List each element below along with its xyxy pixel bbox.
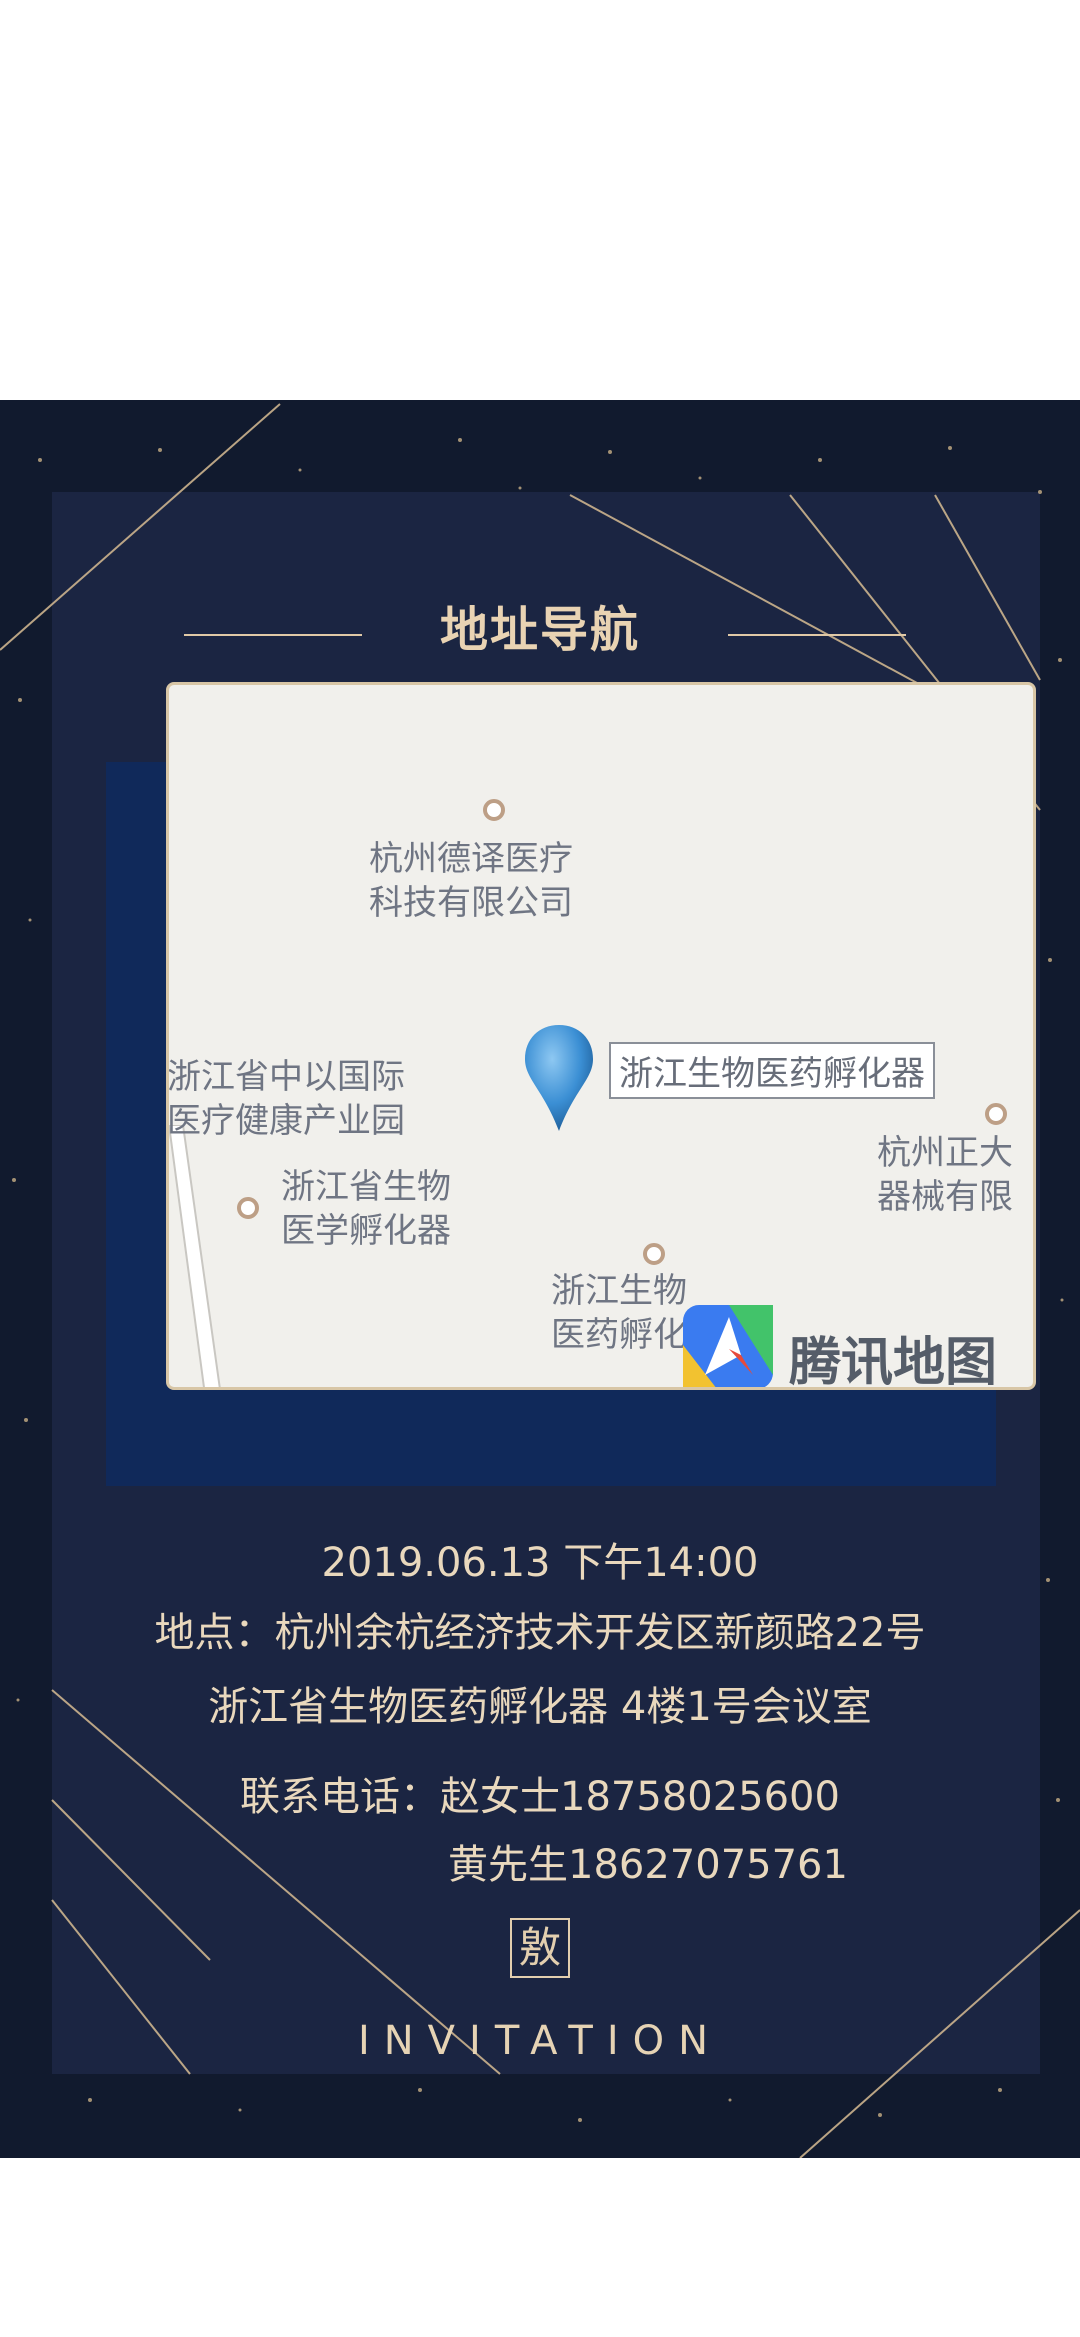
map-label-park: 浙江省中以国际 医疗健康产业园 — [167, 1057, 405, 1141]
poi-marker[interactable] — [985, 1103, 1007, 1125]
invitation-label: INVITATION — [357, 2018, 723, 2064]
map-provider-label: 腾讯地图 — [789, 1333, 998, 1390]
event-address-line1: 地点：杭州余杭经济技术开发区新颜路22号 — [154, 1610, 926, 1656]
title-divider-left — [184, 634, 362, 636]
poi-marker[interactable] — [483, 799, 505, 821]
contact-line1: 联系电话：赵女士18758025600 — [240, 1774, 840, 1820]
seal-stamp: 敫 — [510, 1918, 570, 1978]
map-label-company1: 杭州德译医疗 科技有限公司 — [369, 839, 573, 923]
road — [169, 1125, 221, 1387]
event-address-line2: 浙江省生物医药孵化器 4楼1号会议室 — [208, 1684, 872, 1730]
invitation-card: 地址导航 杭州德译医疗 科技有限公司 浙江省中以国际 医疗健康产业园 浙江省生物… — [0, 400, 1080, 2158]
title-divider-right — [728, 634, 906, 636]
page-title: 地址导航 — [439, 602, 640, 658]
map-label-incubator1: 浙江省生物 医学孵化器 — [281, 1167, 451, 1251]
poi-marker[interactable] — [237, 1197, 259, 1219]
event-datetime: 2019.06.13 下午14:00 — [321, 1540, 759, 1586]
map-label-incubator2: 浙江生物 医药孵化 — [551, 1271, 687, 1355]
map-pin-label[interactable]: 浙江生物医药孵化器 — [609, 1042, 935, 1099]
map-pin-icon[interactable] — [521, 1023, 597, 1133]
map-label-company2: 杭州正大 器械有限 — [877, 1133, 1013, 1217]
map-view[interactable]: 杭州德译医疗 科技有限公司 浙江省中以国际 医疗健康产业园 浙江省生物 医学孵化… — [166, 682, 1036, 1390]
poi-marker[interactable] — [643, 1243, 665, 1265]
contact-line2: 黄先生18627075761 — [448, 1842, 848, 1888]
tencent-map-logo-icon — [683, 1305, 773, 1387]
